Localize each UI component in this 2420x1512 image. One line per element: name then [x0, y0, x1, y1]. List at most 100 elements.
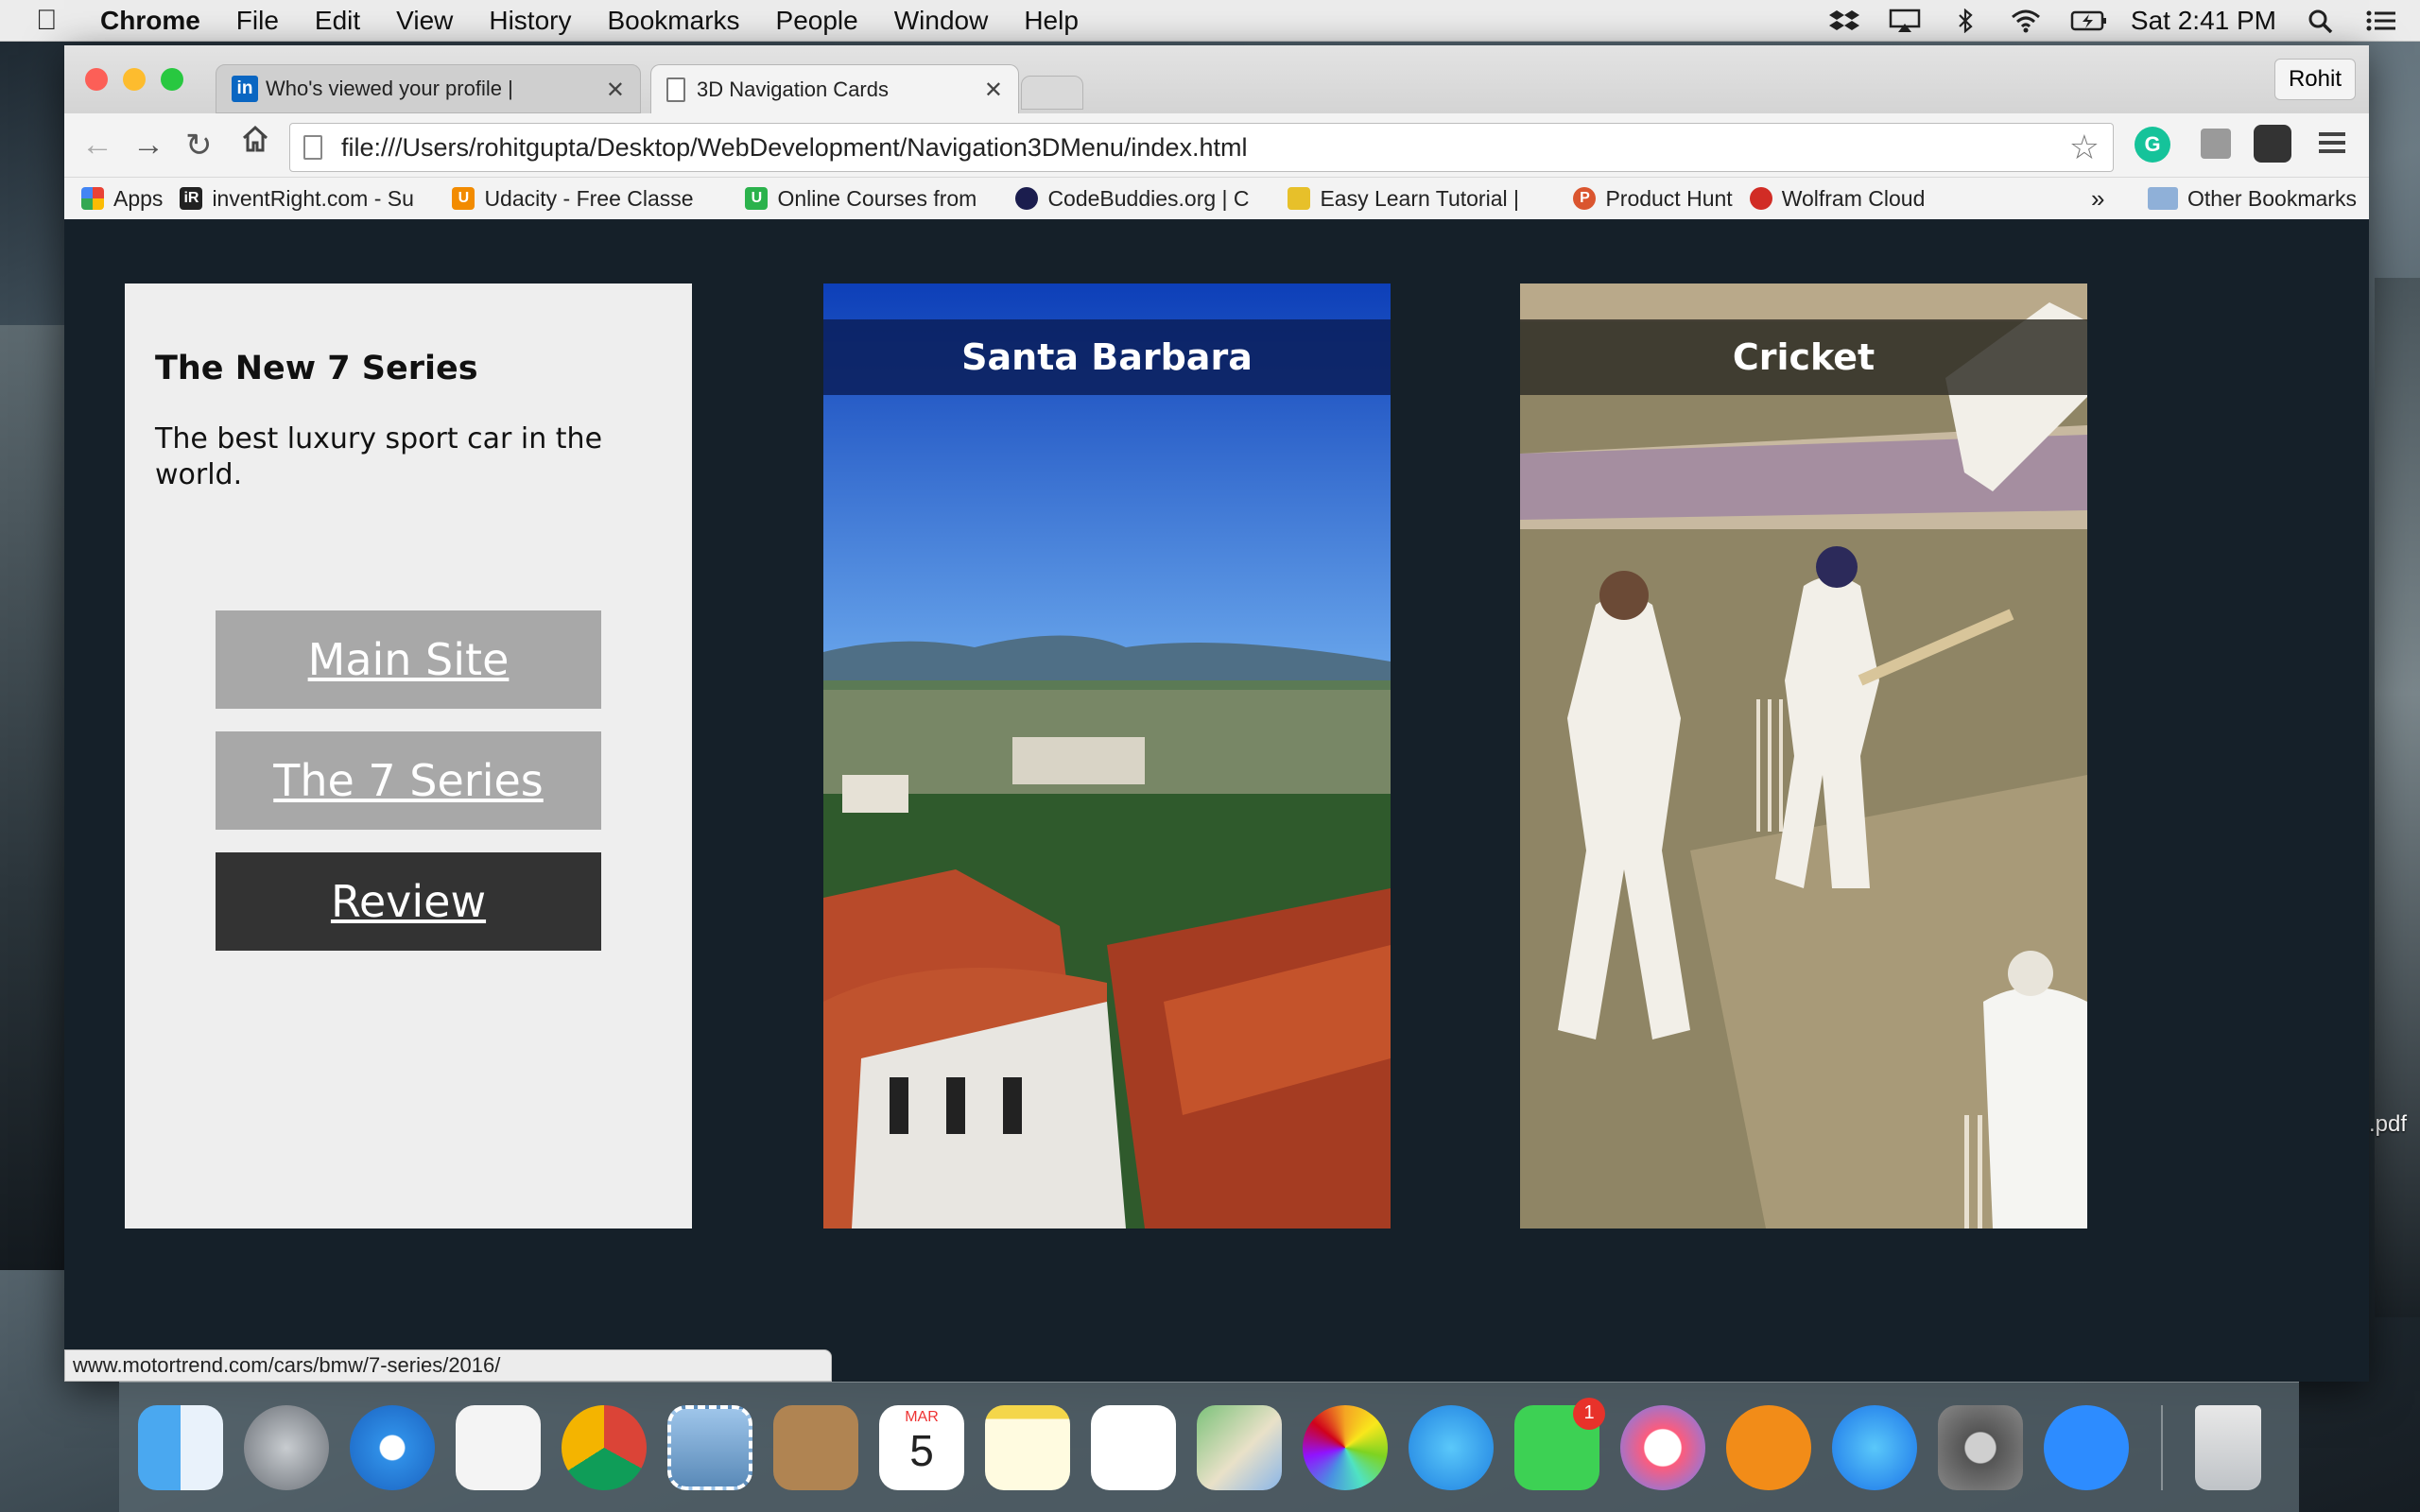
page-content: The New 7 Series The best luxury sport c…: [64, 221, 2369, 1382]
bluetooth-icon[interactable]: [1949, 8, 1981, 34]
ibooks-icon[interactable]: [1726, 1404, 1811, 1490]
menu-file[interactable]: File: [236, 6, 279, 36]
bookmark-apps[interactable]: Apps: [81, 186, 163, 212]
messages-icon[interactable]: [1409, 1404, 1494, 1490]
desktop-file-label[interactable]: .pdf: [2369, 1111, 2407, 1138]
browser-toolbar: ← → ↻ file:///Users/rohitgupta/Desktop/W…: [64, 113, 2369, 178]
app-grid-icon[interactable]: [456, 1404, 541, 1490]
codebuddies-icon: [1015, 187, 1039, 210]
finder-icon[interactable]: [138, 1404, 223, 1490]
bookmark-udacity[interactable]: U Udacity - Free Classe: [452, 186, 728, 212]
inventright-icon: iR: [180, 187, 203, 210]
udemy-icon: U: [745, 187, 769, 210]
spotlight-search-icon[interactable]: [2305, 9, 2337, 34]
card-title: Cricket: [1520, 319, 2087, 395]
reminders-icon[interactable]: [1091, 1404, 1176, 1490]
bookmark-wolfram-cloud[interactable]: Wolfram Cloud: [1749, 185, 1926, 212]
menu-edit[interactable]: Edit: [315, 6, 360, 36]
cricket-card[interactable]: Cricket: [1520, 284, 2087, 1228]
battery-icon[interactable]: [2070, 9, 2106, 33]
mail-stamp-icon[interactable]: [667, 1404, 752, 1490]
bmw-7-series-card: The New 7 Series The best luxury sport c…: [125, 284, 692, 1228]
menu-window[interactable]: Window: [894, 6, 989, 36]
ghostery-extension-icon[interactable]: [2254, 125, 2291, 163]
review-button[interactable]: Review: [216, 852, 601, 951]
bookmark-online-courses[interactable]: U Online Courses from: [745, 186, 998, 212]
wifi-icon[interactable]: [2010, 9, 2042, 33]
tab-3d-navigation-cards[interactable]: 3D Navigation Cards ✕: [650, 64, 1019, 113]
the-7-series-button[interactable]: The 7 Series: [216, 731, 601, 830]
card-title: Santa Barbara: [823, 319, 1391, 395]
santa-barbara-card[interactable]: Santa Barbara: [823, 284, 1391, 1228]
itunes-icon[interactable]: [1620, 1404, 1705, 1490]
bookmarks-overflow-button[interactable]: »: [2091, 184, 2104, 214]
trash-icon[interactable]: [2195, 1404, 2261, 1490]
menu-people[interactable]: People: [776, 6, 858, 36]
bookmark-inventright[interactable]: iR inventRight.com - Su: [180, 186, 435, 212]
menu-view[interactable]: View: [396, 6, 453, 36]
new-tab-button[interactable]: [1021, 76, 1083, 110]
address-bar[interactable]: file:///Users/rohitgupta/Desktop/WebDeve…: [289, 123, 2114, 172]
forward-arrow-icon[interactable]: →: [132, 127, 164, 163]
bookmark-label: Wolfram Cloud: [1781, 185, 1926, 211]
home-icon[interactable]: [242, 125, 268, 162]
close-window-button[interactable]: [85, 68, 108, 91]
tab-close-icon[interactable]: ✕: [606, 77, 625, 104]
bookmark-product-hunt[interactable]: P Product Hunt: [1573, 185, 1733, 212]
maps-icon[interactable]: [1197, 1404, 1282, 1490]
zoom-icon[interactable]: [2044, 1404, 2129, 1490]
status-bar: www.motortrend.com/cars/bmw/7-series/201…: [64, 1349, 832, 1382]
facetime-icon[interactable]: 1: [1514, 1397, 1605, 1490]
easylearn-icon: [1288, 187, 1311, 210]
photos-icon[interactable]: [1303, 1404, 1388, 1490]
main-site-button[interactable]: Main Site: [216, 610, 601, 709]
bookmark-label: Product Hunt: [1605, 185, 1733, 211]
minimize-window-button[interactable]: [123, 68, 146, 91]
contacts-icon[interactable]: [773, 1404, 858, 1490]
other-bookmarks-folder[interactable]: Other Bookmarks: [2148, 186, 2357, 212]
chrome-icon[interactable]: [562, 1404, 647, 1490]
tab-linkedin[interactable]: in Who's viewed your profile | ✕: [216, 64, 641, 113]
menubar-clock[interactable]: Sat 2:41 PM: [2131, 6, 2276, 36]
back-arrow-icon[interactable]: ←: [81, 127, 113, 163]
calendar-icon[interactable]: MAR 5: [879, 1404, 964, 1490]
app-store-icon[interactable]: [1832, 1404, 1917, 1490]
santa-barbara-photo: [823, 284, 1391, 1228]
notification-center-icon[interactable]: [2365, 9, 2397, 33]
launchpad-icon[interactable]: [244, 1404, 329, 1490]
menu-help[interactable]: Help: [1024, 6, 1079, 36]
url-text[interactable]: file:///Users/rohitgupta/Desktop/WebDeve…: [341, 133, 1247, 163]
menu-history[interactable]: History: [489, 6, 571, 36]
extension-icon[interactable]: [2201, 129, 2231, 159]
system-preferences-icon[interactable]: [1938, 1404, 2023, 1490]
bookmark-label: inventRight.com - Su: [212, 185, 414, 211]
dropbox-icon[interactable]: [1828, 9, 1860, 33]
zoom-window-button[interactable]: [161, 68, 183, 91]
grammarly-extension-icon[interactable]: G: [2135, 127, 2170, 163]
tab-strip: in Who's viewed your profile | ✕ 3D Navi…: [64, 45, 2369, 113]
tab-close-icon[interactable]: ✕: [984, 77, 1003, 104]
airplay-icon[interactable]: [1889, 9, 1921, 33]
bookmark-easy-learn[interactable]: Easy Learn Tutorial |: [1288, 186, 1556, 212]
reload-icon[interactable]: ↻: [185, 127, 213, 164]
tab-title: Who's viewed your profile |: [266, 77, 513, 100]
safari-icon[interactable]: [350, 1404, 435, 1490]
calendar-day: 5: [909, 1425, 934, 1475]
bookmarks-bar: Apps iR inventRight.com - Su U Udacity - F…: [64, 178, 2369, 219]
wolfram-icon: [1749, 187, 1772, 210]
bookmark-label: Apps: [113, 185, 164, 211]
bookmark-star-icon[interactable]: ☆: [2069, 128, 2100, 167]
browser-window: in Who's viewed your profile | ✕ 3D Navi…: [64, 45, 2369, 1382]
menu-bookmarks[interactable]: Bookmarks: [607, 6, 739, 36]
dock-separator: [2161, 1404, 2163, 1490]
wallpaper-mountain-left: [0, 325, 66, 1270]
page-icon: [666, 77, 685, 102]
bookmark-codebuddies[interactable]: CodeBuddies.org | C: [1015, 186, 1270, 212]
menu-bar:  Chrome File Edit View History Bookmark…: [0, 0, 2420, 42]
menu-app-name[interactable]: Chrome: [100, 6, 200, 36]
chrome-menu-icon[interactable]: [2316, 127, 2348, 163]
profile-button[interactable]: Rohit: [2273, 59, 2356, 100]
cricket-photo: [1520, 284, 2087, 1228]
notes-icon[interactable]: [985, 1404, 1070, 1490]
apple-menu-icon[interactable]: : [36, 5, 78, 37]
